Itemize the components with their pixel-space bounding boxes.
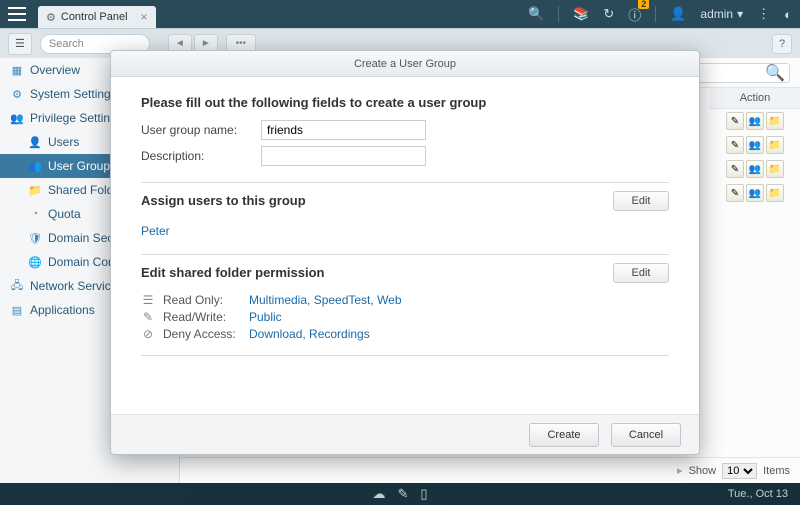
pagination-bar: ▸ Show 10 Items	[180, 457, 800, 483]
sidebar-item-label: Users	[48, 135, 79, 149]
users-icon[interactable]: 👥	[746, 160, 764, 178]
gear-icon: ⚙	[10, 87, 24, 101]
sidebar-item-label: Overview	[30, 63, 80, 77]
sidebar-item-label: Privilege Settings	[30, 111, 123, 125]
cloud-icon[interactable]: ☁	[372, 486, 385, 502]
folder-icon[interactable]: 📁	[766, 112, 784, 130]
folder-permission-section: Edit shared folder permission Edit ☰ Rea…	[141, 254, 669, 341]
sidebar-item-label: Applications	[30, 303, 95, 317]
description-input[interactable]	[261, 146, 426, 166]
deny-folders-link[interactable]: Download, Recordings	[249, 327, 370, 341]
more-icon[interactable]: ⋮	[757, 6, 770, 22]
edit-icon[interactable]: ✎	[726, 136, 744, 154]
user-icon[interactable]: 👤	[670, 6, 686, 22]
readwrite-folders-link[interactable]: Public	[249, 310, 282, 324]
tool-icon[interactable]: ✎	[397, 486, 408, 502]
date-display: Tue., Oct 13	[728, 488, 788, 500]
table-row: ✎👥📁	[710, 157, 800, 181]
edit-icon[interactable]: ✎	[726, 112, 744, 130]
edit-icon[interactable]: ✎	[726, 184, 744, 202]
page-size-select[interactable]: 10	[722, 463, 757, 479]
close-icon[interactable]: ×	[141, 10, 148, 24]
folder-icon[interactable]: 📁	[766, 136, 784, 154]
users-icon[interactable]: 👥	[746, 184, 764, 202]
folder-icon[interactable]: 📁	[766, 184, 784, 202]
scroll-indicator: ▸	[677, 464, 683, 477]
table-row: ✎👥📁	[710, 133, 800, 157]
table-row: ✎👥📁	[710, 181, 800, 205]
topbar-icons: 🔍 📚 ↻ ⓘ2 👤 admin▾ ⋮ ◐	[528, 5, 792, 24]
folder-icon: 📁	[28, 183, 42, 197]
users-icon: 👥	[28, 159, 42, 173]
gear-icon: ⚙	[46, 11, 56, 24]
globe-icon: 🌐	[28, 255, 42, 269]
deny-icon: ⊘	[141, 327, 155, 341]
sidebar-item-label: User Groups	[48, 159, 116, 173]
readonly-icon: ☰	[141, 293, 155, 307]
stack-icon[interactable]: 📚	[573, 6, 589, 22]
table-row: ✎👥📁	[710, 109, 800, 133]
readwrite-icon: ✎	[141, 310, 155, 324]
readonly-label: Read Only:	[163, 293, 241, 307]
create-user-group-dialog: Create a User Group Please fill out the …	[110, 50, 700, 455]
group-name-input[interactable]	[261, 120, 426, 140]
group-name-label: User group name:	[141, 123, 261, 137]
apps-icon: ▤	[10, 303, 24, 317]
users-icon[interactable]: 👥	[746, 112, 764, 130]
dashboard-icon[interactable]: ◐	[784, 7, 792, 22]
show-label: Show	[689, 465, 717, 477]
sidebar-item-label: Quota	[48, 207, 81, 221]
edit-icon[interactable]: ✎	[726, 160, 744, 178]
search-icon[interactable]: 🔍	[528, 6, 544, 22]
book-icon[interactable]: ▯	[420, 486, 427, 502]
notification-icon[interactable]: ⓘ2	[628, 5, 641, 24]
assign-users-section: Assign users to this group Edit Peter	[141, 182, 669, 238]
cancel-button[interactable]: Cancel	[611, 423, 681, 447]
users-icon[interactable]: 👥	[746, 136, 764, 154]
menu-icon[interactable]	[8, 7, 26, 21]
assign-users-title: Assign users to this group	[141, 193, 306, 208]
readwrite-label: Read/Write:	[163, 310, 241, 324]
user-icon: 👤	[28, 135, 42, 149]
create-button[interactable]: Create	[529, 423, 599, 447]
shield-icon: 🛡	[28, 231, 42, 245]
network-icon: 🖧	[10, 279, 24, 293]
assigned-user-link[interactable]: Peter	[141, 224, 170, 238]
action-column-header: Action	[710, 88, 800, 109]
description-label: Description:	[141, 149, 261, 163]
system-topbar: ⚙ Control Panel × 🔍 📚 ↻ ⓘ2 👤 admin▾ ⋮ ◐	[0, 0, 800, 28]
dialog-title: Create a User Group	[111, 51, 699, 77]
items-label: Items	[763, 465, 790, 477]
edit-users-button[interactable]: Edit	[613, 191, 669, 211]
dialog-body: Please fill out the following fields to …	[111, 77, 699, 414]
edit-permissions-button[interactable]: Edit	[613, 263, 669, 283]
system-bottombar: ☁ ✎ ▯ Tue., Oct 13	[0, 483, 800, 505]
folder-icon[interactable]: 📁	[766, 160, 784, 178]
app-tab-label: Control Panel	[61, 11, 128, 23]
readonly-folders-link[interactable]: Multimedia, SpeedTest, Web	[249, 293, 402, 307]
sidebar-item-label: System Settings	[30, 87, 117, 101]
app-tab-control-panel[interactable]: ⚙ Control Panel ×	[38, 6, 156, 28]
grid-icon: ▦	[10, 63, 24, 77]
user-shield-icon: 👥	[10, 111, 24, 125]
pie-icon: ◔	[28, 207, 42, 221]
user-dropdown[interactable]: admin▾	[700, 7, 743, 21]
dialog-footer: Create Cancel	[111, 414, 699, 454]
deny-label: Deny Access:	[163, 327, 241, 341]
folder-permission-title: Edit shared folder permission	[141, 265, 325, 280]
refresh-icon[interactable]: ↻	[603, 6, 614, 22]
sidebar-toggle-button[interactable]: ☰	[8, 33, 32, 55]
dialog-intro: Please fill out the following fields to …	[141, 95, 669, 110]
help-button[interactable]: ?	[772, 34, 792, 54]
